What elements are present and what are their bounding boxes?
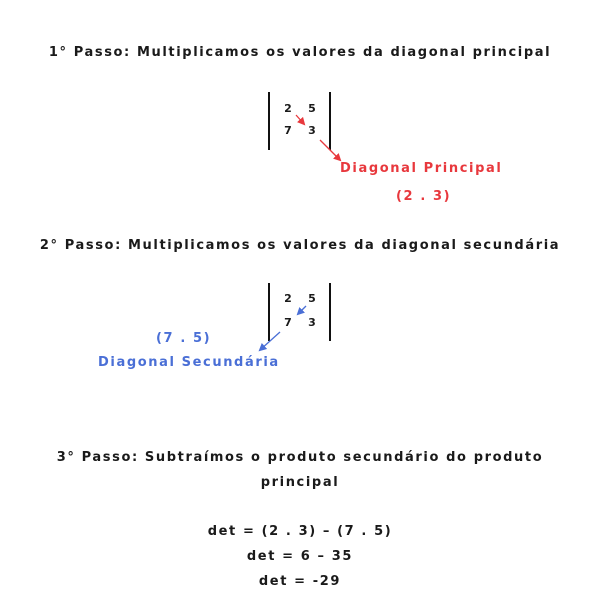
matrix-1-a11: 2: [284, 102, 292, 115]
matrix-1-left-bar: [268, 92, 270, 150]
diagonal-secundaria-product: (7 . 5): [156, 331, 212, 346]
diagonal-secundaria-label: Diagonal Secundária: [98, 355, 280, 370]
matrix-2-a11: 2: [284, 292, 292, 305]
secundaria-inner-arrow: [296, 305, 307, 316]
matrix-1-a21: 7: [284, 124, 292, 137]
matrix-1-right-bar: [329, 92, 331, 150]
matrix-2-a22: 3: [308, 316, 316, 329]
matrix-1-a22: 3: [308, 124, 316, 137]
matrix-2-a21: 7: [284, 316, 292, 329]
matrix-1-a12: 5: [308, 102, 316, 115]
arrows-layer: [258, 114, 342, 352]
matrix-2-a12: 5: [308, 292, 316, 305]
step1-title: 1° Passo: Multiplicamos os valores da di…: [48, 45, 552, 60]
step2-title: 2° Passo: Multiplicamos os valores da di…: [39, 238, 561, 253]
step3-title-line2: principal: [260, 475, 340, 490]
equation-2: det = 6 – 35: [246, 549, 354, 564]
matrix-2-right-bar: [329, 283, 331, 341]
equation-1: det = (2 . 3) – (7 . 5): [207, 524, 393, 539]
diagonal-principal-product: (2 . 3): [396, 189, 452, 204]
equation-3: det = -29: [258, 574, 342, 589]
secundaria-outer-arrow: [258, 331, 281, 352]
principal-inner-arrow: [295, 114, 306, 126]
step3-title-line1: 3° Passo: Subtraímos o produto secundári…: [56, 450, 544, 465]
matrix-2-left-bar: [268, 283, 270, 341]
diagonal-principal-label: Diagonal Principal: [340, 161, 503, 176]
